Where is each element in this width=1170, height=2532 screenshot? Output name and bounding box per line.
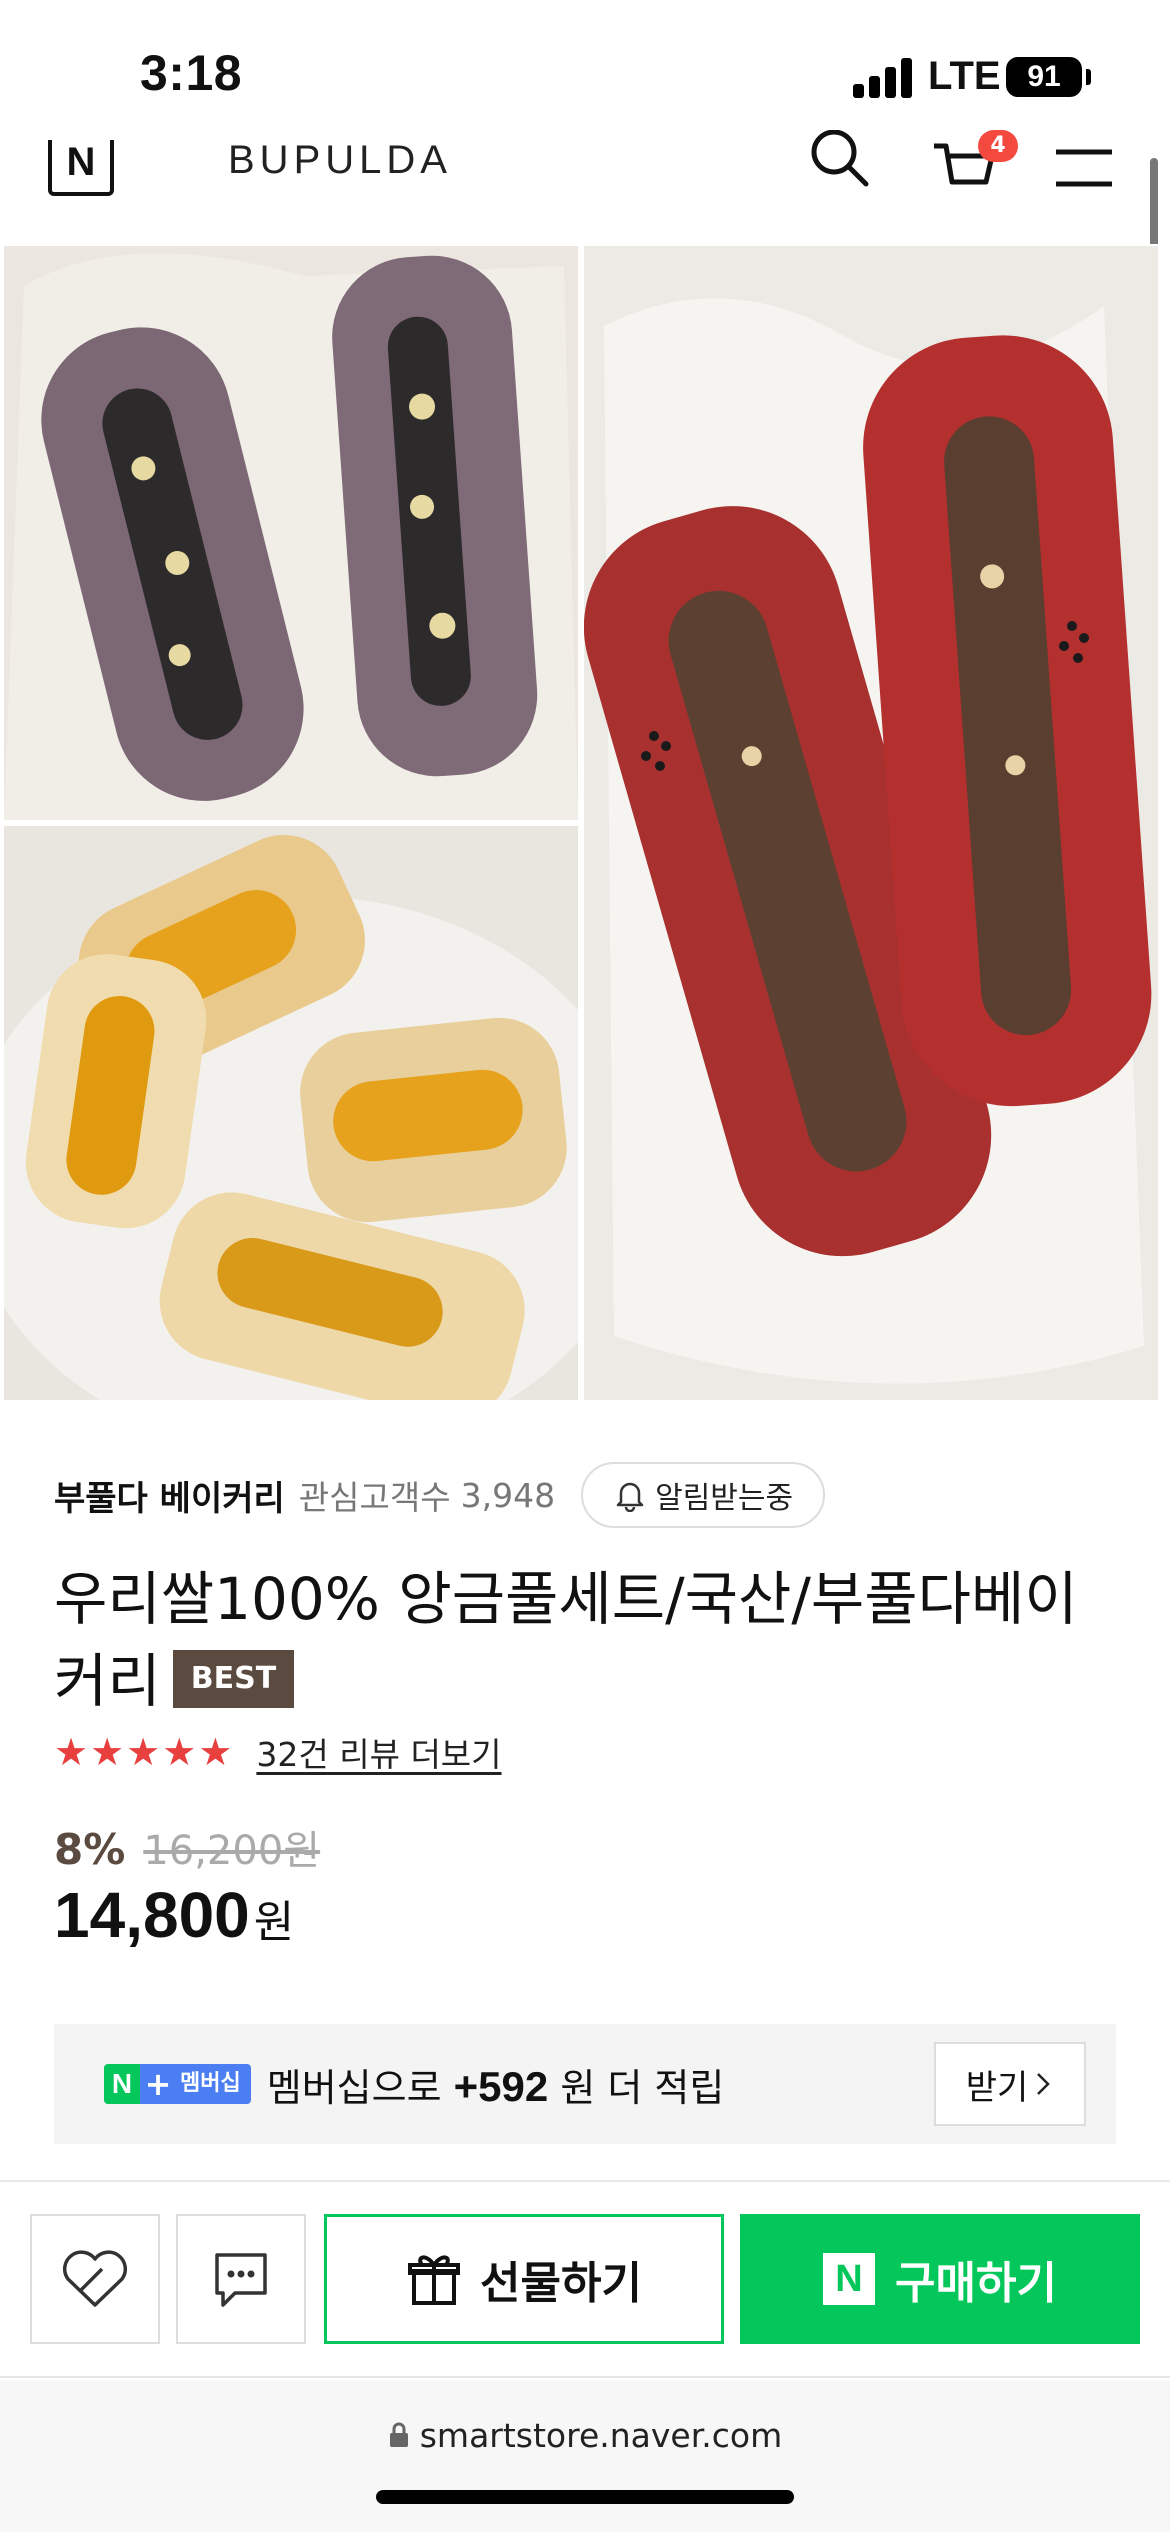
star-icon: ★ [54,1730,89,1774]
best-badge: BEST [172,1649,295,1708]
star-icon: ★ [198,1730,233,1774]
currency-unit: 원 [253,1897,295,1948]
search-icon[interactable] [806,130,872,190]
store-brand-name[interactable]: BUPULDA [228,138,452,183]
status-bar: 3:18 LTE 91 [0,0,1170,130]
heart-icon [62,2250,128,2307]
membership-msg-prefix: 멤버십으로 [266,2065,442,2110]
status-time: 3:18 [140,45,243,101]
membership-banner: N + 멤버십 멤버십으로 +592 원 더 적립 받기 [54,2024,1116,2144]
bell-icon [616,1482,644,1512]
gift-button[interactable]: 선물하기 [324,2214,724,2344]
fan-count-value: 3,948 [460,1475,556,1515]
rating-row: ★ ★ ★ ★ ★ 32건 리뷰 더보기 [54,1728,502,1776]
star-icon: ★ [126,1730,161,1774]
url-display[interactable]: smartstore.naver.com [0,2416,1170,2455]
cart-count-badge: 4 [978,130,1018,162]
gift-icon [408,2255,461,2305]
membership-badge-n: N [104,2064,140,2104]
gallery-image-pumpkin-bread[interactable] [4,826,578,1400]
buy-button[interactable]: N 구매하기 [740,2214,1140,2344]
buy-label: 구매하기 [895,2258,1057,2309]
product-gallery[interactable] [0,244,1170,1406]
menu-icon[interactable] [1054,148,1114,192]
battery-icon: 91 [1006,57,1082,97]
chat-bubble-icon [215,2253,267,2307]
seller-row: 부풀다 베이커리 관심고객수 3,948 알림받는중 [54,1462,826,1528]
naver-logo-button[interactable]: N [48,140,114,196]
rating-stars: ★ ★ ★ ★ ★ [54,1732,232,1772]
notification-label: 알림받는중 [655,1481,794,1516]
star-icon: ★ [90,1730,125,1774]
url-text: smartstore.naver.com [419,2416,783,2455]
membership-message: 멤버십으로 +592 원 더 적립 [267,2057,725,2112]
naver-plus-membership-badge: N + 멤버십 [104,2064,251,2104]
price-row: 8% 16,200원 [54,1818,320,1876]
membership-msg-suffix: 원 더 적립 [560,2065,725,2110]
review-more-link[interactable]: 32건 리뷰 더보기 [256,1728,501,1776]
browser-url-bar[interactable]: smartstore.naver.com [0,2380,1170,2532]
network-label: LTE [928,54,1001,98]
receive-benefit-button[interactable]: 받기 [934,2042,1086,2126]
notification-toggle-button[interactable]: 알림받는중 [581,1462,826,1528]
sale-price: 14,800 [54,1879,250,1951]
gallery-image-purple-bread[interactable] [4,246,578,820]
product-page: 3:18 LTE 91 N BUPULDA 4 부풀다 베이커리 관심고객수 3… [0,0,1170,2532]
battery-tip [1086,69,1091,85]
gallery-image-red-bread[interactable] [584,246,1158,1400]
membership-badge-text: 멤버십 [176,2064,251,2104]
discount-rate: 8% [54,1825,126,1874]
talk-button[interactable] [176,2214,306,2344]
naver-pay-n-icon: N [823,2253,876,2305]
store-header: N BUPULDA 4 [0,130,1170,242]
star-icon: ★ [162,1730,197,1774]
home-indicator[interactable] [376,2490,794,2504]
signal-icon [853,58,915,98]
gift-label: 선물하기 [480,2258,642,2309]
seller-name-link[interactable]: 부풀다 베이커리 [54,1471,285,1520]
bottom-action-bar: 선물하기 N 구매하기 [0,2182,1170,2378]
chevron-right-icon [1037,2073,1051,2095]
lock-icon [389,2422,408,2447]
receive-label: 받기 [965,2067,1029,2108]
membership-points: +592 [453,2062,549,2110]
wishlist-button[interactable] [30,2214,160,2344]
fan-count-label: 관심고객수 [298,1478,451,1517]
membership-badge-plus: + [140,2064,176,2104]
sale-price-row: 14,800 원 [54,1878,294,1952]
product-title: 우리쌀100% 앙금풀세트/국산/부풀다베이커리 BEST [54,1558,1094,1722]
original-price: 16,200원 [143,1828,321,1874]
